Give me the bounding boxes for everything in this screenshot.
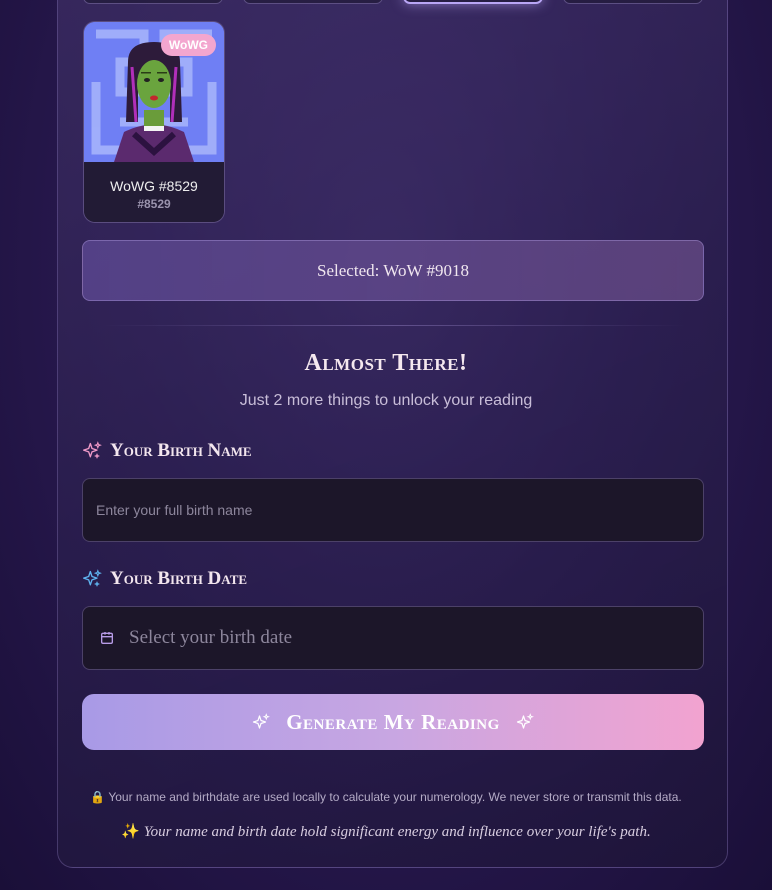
nft-card-stub-4[interactable] xyxy=(563,0,703,4)
calendar-icon xyxy=(101,632,113,644)
privacy-text: Your name and birthdate are used locally… xyxy=(108,790,682,804)
page-subheading: Just 2 more things to unlock your readin… xyxy=(239,392,533,409)
nft-id: #8529 xyxy=(137,197,171,211)
birth-date-placeholder: Select your birth date xyxy=(129,627,293,648)
nft-card-stub-1[interactable] xyxy=(83,0,223,4)
nft-art-image: WoWG xyxy=(84,22,224,162)
section-divider xyxy=(100,325,686,326)
page-heading: Almost There! xyxy=(304,350,468,376)
birth-date-picker[interactable]: Select your birth date xyxy=(82,606,704,670)
birth-name-label-text: Your Birth Name xyxy=(110,440,252,461)
nft-card-stub-selected[interactable] xyxy=(403,0,543,4)
sparkle-icon xyxy=(83,569,102,587)
numerology-quote: ✨ Your name and birth date hold signific… xyxy=(0,822,772,841)
generate-reading-button[interactable]: Generate My Reading xyxy=(82,694,704,750)
privacy-note: 🔒 Your name and birthdate are used local… xyxy=(0,790,772,804)
sparkle-icon xyxy=(516,713,534,729)
birth-name-label: Your Birth Name xyxy=(82,440,252,462)
birth-name-input[interactable]: Enter your full birth name xyxy=(82,478,704,542)
nft-card-footer: WoWG #8529 #8529 xyxy=(84,162,224,222)
nft-card-stub-2[interactable] xyxy=(243,0,383,4)
collection-badge: WoWG xyxy=(160,34,216,56)
sparkles-icon: ✨ xyxy=(121,824,140,840)
nft-name: WoWG #8529 xyxy=(110,178,198,194)
sparkle-icon xyxy=(253,713,271,729)
lock-icon: 🔒 xyxy=(90,790,106,804)
selected-nft-status: Selected: WoW #9018 xyxy=(82,240,704,301)
birth-name-placeholder: Enter your full birth name xyxy=(96,502,253,518)
nft-card[interactable]: WoWG WoWG #8529 #8529 xyxy=(83,21,225,223)
birth-date-label: Your Birth Date xyxy=(82,568,247,590)
birth-date-label-text: Your Birth Date xyxy=(110,568,248,589)
generate-button-label: Generate My Reading xyxy=(286,709,500,734)
quote-text: Your name and birth date hold significan… xyxy=(143,824,651,840)
sparkle-icon xyxy=(83,441,102,459)
